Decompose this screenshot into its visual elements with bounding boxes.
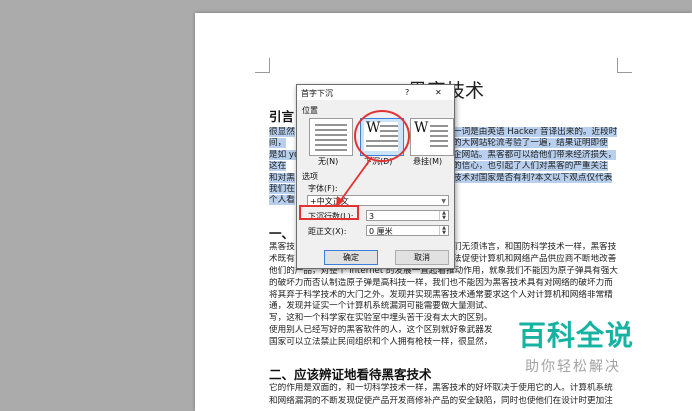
highlighted-text: 的大网站轮流考验了一遍，结果证明即使 (453, 138, 608, 149)
highlighted-text: 的信心，也引起了人们对黑客的严重关注 (453, 161, 608, 172)
font-select[interactable]: +中文正文 ▼ (307, 195, 449, 206)
text-line: 的大网站轮流考验了一遍，结果证明即使 (453, 138, 673, 149)
text-line: 术既有 (269, 253, 295, 264)
chevron-down-icon[interactable]: ▼ (441, 196, 446, 207)
font-label: 字体(F): (308, 184, 338, 193)
text-line: 我们在 (269, 184, 299, 195)
watermark-brand: 百科全说 (518, 319, 635, 352)
watermark-tagline: 助你轻松解决 (525, 359, 621, 375)
highlighted-text: 企网站。黑客都可以给他们带来经济损失， (453, 149, 617, 160)
highlighted-text: 我们在 (269, 184, 295, 194)
text-line: 它的作用是双面的，和一切科学技术一样，黑客技术的好坏取决于使用它的人。计算机系统 (269, 383, 613, 393)
distance-label: 距正文(X): (308, 227, 347, 236)
text-line: 将其弃于科学技术的大门之外。发现并实现黑客技术通常要求这个人对计算机和网络非常精 (269, 289, 613, 300)
text-line: 黑客技 (269, 242, 295, 252)
text-line: 们无须讳言，和国防科学技术一样，黑客技 (453, 242, 617, 252)
lines-label: 下沉行数(L): (308, 212, 354, 221)
position-label: 位置 (302, 106, 318, 115)
dropped-glyph: W (366, 120, 381, 136)
text-line: 企网站。黑客都可以给他们带来经济损失， (453, 149, 673, 161)
text-line: 技术对国家是否有利?本文以下观点仅代表 (453, 172, 673, 184)
option-dropped[interactable]: W (360, 118, 404, 156)
distance-spin-arrows-icon[interactable]: ▲ ▼ (439, 226, 448, 235)
text-line: 通，发现并证实一个计算机系统漏洞可能需要做大量测试、 (269, 301, 493, 312)
text-line: 使用别人已经写好的黑客软件的人，这个区别就好象武器发 (269, 325, 493, 335)
highlighted-text: 是如 yo (269, 149, 299, 160)
text-line: 的破坏力而否认制造原子弹是高科技一样，我们也不能因为黑客技术具有对网络的破坏力而 (269, 277, 613, 288)
section-heading-1: 一、 (269, 226, 295, 241)
section-heading-2: 二、应该辨证地看待黑客技术 (269, 367, 432, 382)
highlighted-text: 很显然 (269, 127, 295, 137)
text-line: 是如 yo (269, 149, 299, 161)
distance-value: 0 厘米 (369, 227, 393, 236)
dialog-titlebar[interactable]: 首字下沉 ? ✕ (297, 85, 454, 100)
highlighted-text: 技术对国家是否有利?本文以下观点仅代表 (453, 172, 613, 183)
option-hanging[interactable]: W (410, 118, 454, 156)
text-line: 的信心，也引起了人们对黑客的严重关注 (453, 161, 673, 172)
drop-cap-dialog: 首字下沉 ? ✕ 位置 W W 无(N) 下沉(D) 悬挂(M) 选项 字体(F… (296, 84, 455, 269)
help-icon[interactable]: ? (405, 88, 409, 97)
highlighted-text: 间， (269, 138, 287, 149)
lines-spinner[interactable]: 3 ▲ ▼ (366, 210, 449, 221)
close-icon[interactable]: ✕ (435, 88, 442, 97)
option-none[interactable] (309, 118, 353, 156)
option-none-label[interactable]: 无(N) (318, 156, 338, 167)
option-hanging-label[interactable]: 悬挂(M) (413, 156, 442, 167)
text-line: 写，这和一个科学家在实验室中埋头苦干没有太大的区别。 (269, 313, 493, 324)
text-line: 国家可以立法禁止民间组织和个人拥有枪枝一样，很显然， (269, 336, 493, 347)
hanging-glyph: W (414, 120, 429, 136)
text-line: 和网络漏洞的不断发现促使产品开发商修补产品的安全缺陷，同时也使他们在设计时更加注 (269, 395, 613, 406)
option-dropped-label[interactable]: 下沉(D) (364, 156, 392, 167)
dialog-title: 首字下沉 (301, 89, 333, 98)
highlighted-text: 个人看 (269, 195, 295, 206)
options-section-label: 选项 (302, 172, 318, 181)
text-line: 个人看 (269, 195, 299, 206)
section-heading-intro: 引言 (269, 109, 295, 124)
text-line: 这在 (269, 161, 299, 172)
text-line: 和对黑 (269, 172, 299, 184)
font-select-value: +中文正文 (310, 197, 349, 206)
cancel-button[interactable]: 取消 (395, 250, 449, 265)
lines-spin-arrows-icon[interactable]: ▲ ▼ (439, 211, 448, 220)
option-none-preview-icon (315, 124, 347, 151)
highlighted-text: 一词是由英语 Hacker 音译出来的。近段时 (453, 127, 618, 137)
margin-corner-top-right (617, 58, 632, 73)
text-line: 间， (269, 138, 299, 149)
highlighted-text: 和对黑 (269, 172, 295, 183)
highlighted-text: 这在 (269, 161, 287, 172)
margin-corner-top-left (255, 58, 270, 73)
text-line: 很显然 (269, 127, 299, 138)
text-line: 一词是由英语 Hacker 音译出来的。近段时 (453, 127, 673, 138)
lines-value: 3 (369, 212, 375, 221)
text-line: 法促使计算机和网络产品供应商不断地改善 (453, 253, 617, 264)
ok-button[interactable]: 确定 (324, 250, 378, 265)
distance-spinner[interactable]: 0 厘米 ▲ ▼ (366, 225, 449, 236)
